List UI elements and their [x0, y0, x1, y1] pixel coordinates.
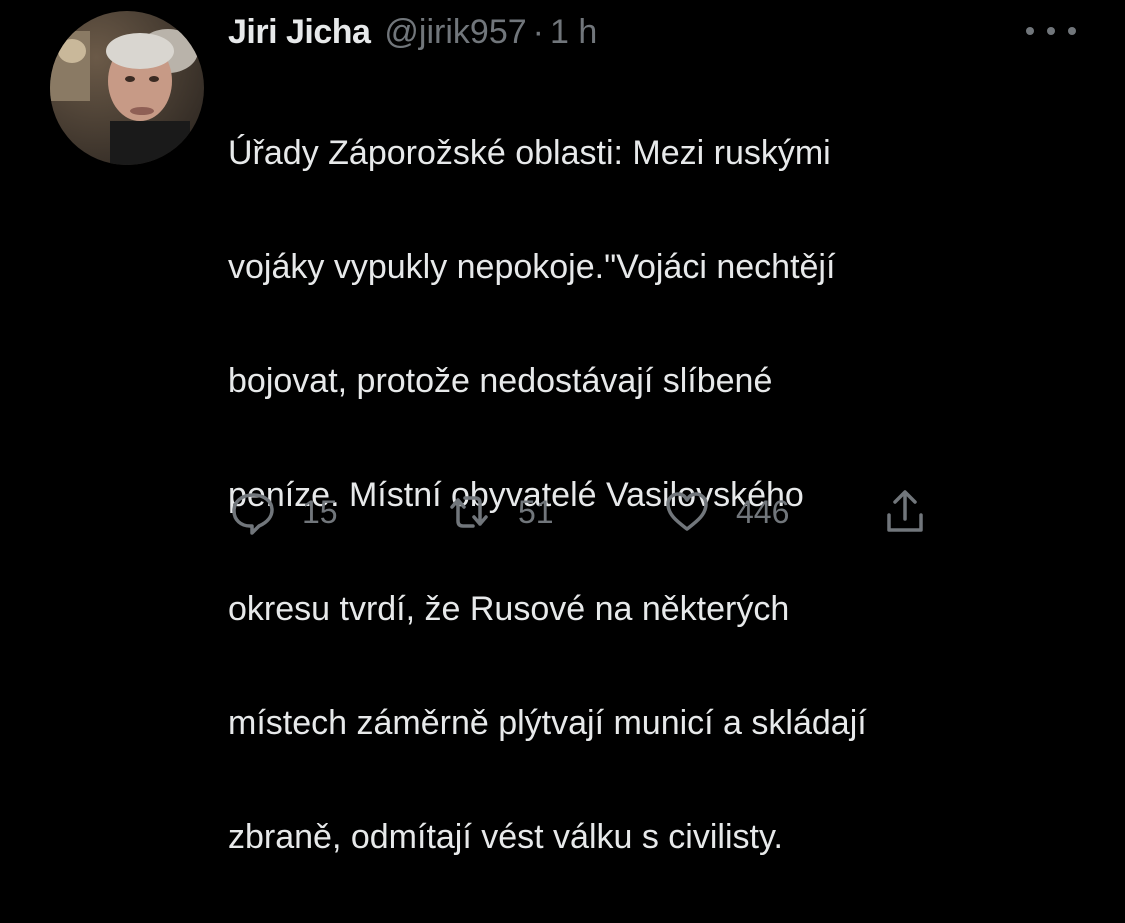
tweet-text-line: vojáky vypukly nepokoje."Vojáci nechtějí	[228, 248, 836, 286]
retweet-count: 51	[518, 493, 554, 530]
avatar[interactable]	[50, 11, 204, 165]
separator: ·	[532, 13, 544, 51]
tweet-text-line: okresu tvrdí, že Rusové na některých	[228, 590, 790, 628]
more-options-button[interactable]	[1026, 16, 1076, 46]
timestamp[interactable]: 1 h	[550, 8, 597, 56]
action-bar: 15 51 446	[228, 486, 1108, 538]
more-icon-dot	[1047, 27, 1055, 35]
tweet-text-line: místech záměrně plýtvají municí a skláda…	[228, 704, 867, 742]
reply-button[interactable]: 15	[228, 486, 338, 538]
reply-icon	[232, 493, 274, 535]
retweet-icon	[450, 496, 488, 528]
tweet-text-line: bojovat, protože nedostávají slíbené	[228, 362, 773, 400]
more-icon-dot	[1026, 27, 1034, 35]
reply-count: 15	[302, 493, 338, 530]
author-name[interactable]: Jiri Jicha	[228, 8, 371, 56]
like-button[interactable]: 446	[662, 486, 789, 538]
share-icon	[887, 490, 923, 532]
retweet-button[interactable]: 51	[444, 486, 554, 538]
avatar-image	[50, 11, 204, 165]
more-icon-dot	[1068, 27, 1076, 35]
like-count: 446	[736, 493, 790, 530]
tweet-header: Jiri Jicha @jirik957 · 1 h	[228, 8, 597, 56]
author-handle[interactable]: @jirik957	[384, 8, 526, 56]
tweet-text-line: zbraně, odmítají vést válku s civilisty.	[228, 818, 783, 856]
share-button[interactable]	[880, 486, 930, 538]
tweet-text-line: Úřady Záporožské oblasti: Mezi ruskými	[228, 134, 831, 172]
heart-icon	[666, 492, 708, 531]
